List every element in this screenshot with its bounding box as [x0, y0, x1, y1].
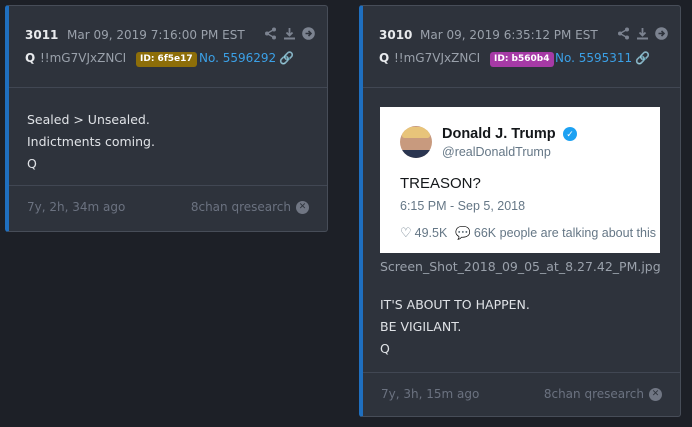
tweet-handle: @realDonaldTrump	[442, 145, 551, 159]
tripcode: !!mG7VJxZNCI	[40, 51, 127, 65]
board-name[interactable]: 8chan qresearch	[544, 387, 644, 401]
post-line: IT'S ABOUT TO HAPPEN.	[380, 297, 530, 312]
post-author: Q	[379, 51, 390, 65]
post-actions	[264, 27, 315, 40]
post-line: BE VIGILANT.	[380, 319, 462, 334]
post-date: Mar 09, 2019 7:16:00 PM EST	[67, 28, 245, 42]
post-author: Q	[25, 51, 36, 65]
post-no-label[interactable]: No. 5595311	[555, 51, 632, 65]
post-actions	[617, 27, 668, 40]
post-card-3011: 3011 Mar 09, 2019 7:16:00 PM EST Q !!mG7…	[5, 5, 328, 232]
comment-icon: 💬	[455, 226, 471, 240]
post-age: 7y, 3h, 15m ago	[381, 387, 480, 401]
post-card-3010: 3010 Mar 09, 2019 6:35:12 PM EST Q !!mG7…	[359, 5, 681, 417]
post-number: 3010	[379, 28, 413, 42]
post-line: Sealed > Unsealed.	[27, 112, 150, 127]
share-icon[interactable]	[264, 27, 277, 40]
tripcode: !!mG7VJxZNCI	[394, 51, 481, 65]
post-line: Q	[380, 341, 390, 356]
link-icon[interactable]: 🔗	[635, 51, 650, 65]
post-number-link[interactable]: No. 5596292 🔗	[199, 51, 294, 65]
post-header: 3011 Mar 09, 2019 7:16:00 PM EST Q !!mG7…	[9, 6, 327, 88]
post-body: Sealed > Unsealed. Indictments coming. Q	[27, 109, 155, 175]
tweet-stats: ♡ 49.5K 💬 66K people are talking about this	[400, 225, 656, 241]
post-date: Mar 09, 2019 6:35:12 PM EST	[420, 28, 598, 42]
post-age: 7y, 2h, 34m ago	[27, 200, 126, 214]
tweet-time: 6:15 PM - Sep 5, 2018	[400, 199, 526, 213]
close-circle-icon[interactable]: ✕	[296, 201, 309, 214]
board-name[interactable]: 8chan qresearch	[191, 200, 291, 214]
post-line: Q	[27, 156, 37, 171]
tweet-screenshot-image[interactable]: Donald J. Trump ✓ @realDonaldTrump TREAS…	[380, 107, 660, 253]
close-circle-icon[interactable]: ✕	[649, 388, 662, 401]
tweet-likes: 49.5K	[414, 226, 448, 240]
download-icon[interactable]	[283, 27, 296, 40]
download-icon[interactable]	[636, 27, 649, 40]
post-body: IT'S ABOUT TO HAPPEN. BE VIGILANT. Q	[380, 294, 530, 360]
post-number-link[interactable]: No. 5595311 🔗	[555, 51, 650, 65]
id-badge: ID: 6f5e17	[136, 52, 197, 67]
arrow-right-circle-icon[interactable]	[655, 27, 668, 40]
heart-icon: ♡	[400, 225, 412, 240]
id-badge: ID: b560b4	[490, 52, 554, 67]
post-header: 3010 Mar 09, 2019 6:35:12 PM EST Q !!mG7…	[363, 6, 680, 88]
tweet-author-name: Donald J. Trump	[442, 126, 556, 142]
arrow-right-circle-icon[interactable]	[302, 27, 315, 40]
image-filename[interactable]: Screen_Shot_2018_09_05_at_8.27.42_PM.jpg	[380, 259, 661, 274]
post-number: 3011	[25, 28, 59, 42]
post-footer: 7y, 3h, 15m ago 8chan qresearch ✕	[363, 372, 680, 416]
share-icon[interactable]	[617, 27, 630, 40]
link-icon[interactable]: 🔗	[279, 51, 294, 65]
post-line: Indictments coming.	[27, 134, 155, 149]
post-no-label[interactable]: No. 5596292	[199, 51, 276, 65]
tweet-text: TREASON?	[400, 175, 481, 192]
avatar	[400, 126, 432, 158]
post-footer: 7y, 2h, 34m ago 8chan qresearch ✕	[9, 185, 327, 230]
verified-icon: ✓	[563, 127, 577, 141]
tweet-talking: 66K people are talking about this	[473, 226, 656, 240]
